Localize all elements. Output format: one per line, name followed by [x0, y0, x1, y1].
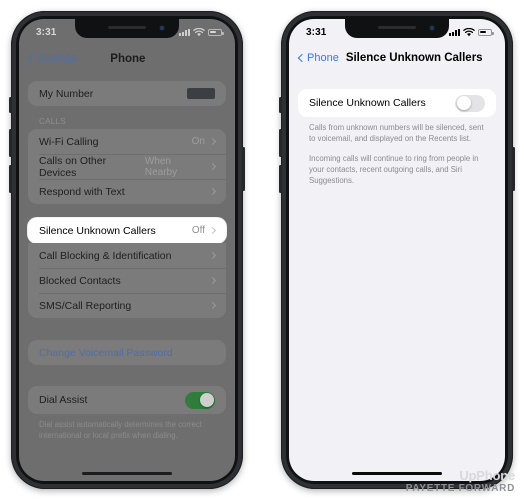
left-screen: 3:31 Settings Phone My Number CALLS Wi-F…: [19, 19, 235, 481]
group-silence-unknown-callers-highlight: Silence Unknown Callers Off: [28, 218, 226, 243]
status-time: 3:31: [36, 26, 57, 38]
status-time: 3:31: [306, 26, 327, 38]
row-sms-call-reporting[interactable]: SMS/Call Reporting: [28, 293, 226, 318]
battery-icon: [208, 28, 224, 36]
group-voicemail: Change Voicemail Password: [28, 340, 226, 365]
row-value: On: [191, 136, 205, 147]
row-value-group: [208, 251, 217, 260]
row-label: SMS/Call Reporting: [39, 299, 132, 312]
row-silence-unknown-callers[interactable]: Silence Unknown Callers: [298, 89, 496, 117]
row-value-group: Off: [191, 225, 217, 236]
page-title: Silence Unknown Callers: [345, 52, 483, 64]
silence-unknown-callers-footnote: Calls from unknown numbers will be silen…: [289, 117, 505, 186]
right-nav-bar: Phone Silence Unknown Callers: [289, 41, 505, 75]
left-iphone-device: 3:31 Settings Phone My Number CALLS Wi-F…: [9, 11, 245, 489]
row-label: Calls on Other Devices: [39, 154, 107, 179]
row-my-number[interactable]: My Number: [28, 81, 226, 106]
chevron-right-icon: [208, 137, 217, 146]
earpiece-speaker: [108, 26, 146, 29]
back-to-phone-button[interactable]: Phone: [297, 52, 339, 64]
screenshot-canvas: 3:31 Settings Phone My Number CALLS Wi-F…: [0, 0, 524, 500]
group-dial-assist: Dial Assist: [28, 386, 226, 414]
redacted-phone-number: [187, 88, 215, 99]
row-respond-with-text[interactable]: Respond with Text: [28, 179, 226, 204]
mute-switch[interactable]: [9, 97, 12, 113]
volume-up-button[interactable]: [279, 129, 282, 157]
signal-bars-icon: [179, 28, 190, 36]
row-label: Dial Assist: [39, 394, 88, 406]
chevron-right-icon: [208, 187, 217, 196]
right-screen: 3:31 Phone Silence Unknown Callers Silen…: [289, 19, 505, 481]
group-blocking: Call Blocking & Identification Blocked C…: [28, 243, 226, 318]
wifi-icon: [193, 27, 205, 36]
row-value: Off: [191, 225, 205, 236]
front-camera-icon: [160, 26, 164, 30]
row-dial-assist[interactable]: Dial Assist: [28, 386, 226, 414]
chevron-left-icon: [297, 53, 307, 63]
dial-assist-footnote: Dial assist automatically determines the…: [39, 420, 202, 441]
watermark-publisher: PAYETTE FORWARD: [405, 483, 515, 494]
battery-icon: [478, 28, 494, 36]
row-blocked-contacts[interactable]: Blocked Contacts: [28, 268, 226, 293]
row-value-group: [208, 301, 217, 310]
status-indicators: [179, 27, 224, 37]
earpiece-speaker: [378, 26, 416, 29]
notch: [345, 19, 449, 38]
volume-up-button[interactable]: [9, 129, 12, 157]
row-label: Respond with Text: [39, 185, 125, 198]
power-button[interactable]: [512, 147, 515, 191]
row-value: When Nearby: [144, 155, 178, 178]
footnote-paragraph-2: Incoming calls will continue to ring fro…: [309, 153, 479, 186]
row-wifi-calling[interactable]: Wi-Fi Calling On: [28, 129, 226, 154]
volume-down-button[interactable]: [9, 165, 12, 193]
mute-switch[interactable]: [279, 97, 282, 113]
row-call-blocking-identification[interactable]: Call Blocking & Identification: [28, 243, 226, 268]
row-value-group: [208, 276, 217, 285]
row-silence-unknown-callers[interactable]: Silence Unknown Callers Off: [28, 218, 226, 243]
toggle-knob: [199, 393, 214, 407]
wifi-icon: [463, 27, 475, 36]
row-value-group: When Nearby: [144, 155, 217, 178]
toggle-knob: [456, 96, 471, 110]
signal-bars-icon: [449, 28, 460, 36]
row-label: Wi-Fi Calling: [39, 135, 99, 148]
group-my-number: My Number: [28, 81, 226, 106]
chevron-right-icon: [208, 226, 217, 235]
row-label: Silence Unknown Callers: [309, 97, 426, 109]
watermark-brand: UpPhone: [459, 468, 515, 483]
back-label: Phone: [307, 52, 339, 64]
footnote-paragraph-1: Calls from unknown numbers will be silen…: [309, 123, 484, 144]
status-indicators: [449, 27, 494, 37]
home-indicator[interactable]: [352, 472, 442, 475]
row-label: Silence Unknown Callers: [39, 224, 156, 237]
row-label: Call Blocking & Identification: [39, 249, 172, 262]
change-voicemail-password-link[interactable]: Change Voicemail Password: [39, 347, 173, 359]
row-value-group: [208, 187, 217, 196]
group-calls: Wi-Fi Calling On Calls on Other Devices …: [28, 129, 226, 204]
row-label: My Number: [39, 87, 94, 100]
dial-assist-toggle[interactable]: [185, 391, 215, 409]
section-header-calls: CALLS: [39, 117, 66, 126]
home-indicator[interactable]: [82, 472, 172, 475]
row-change-voicemail-password[interactable]: Change Voicemail Password: [28, 340, 226, 365]
group-silence-unknown-callers: Silence Unknown Callers: [298, 89, 496, 117]
silence-unknown-callers-toggle[interactable]: [455, 94, 485, 112]
row-label: Blocked Contacts: [39, 274, 121, 287]
notch: [75, 19, 179, 38]
power-button[interactable]: [242, 147, 245, 191]
left-nav-bar: Settings Phone: [19, 41, 235, 75]
row-calls-on-other-devices[interactable]: Calls on Other Devices When Nearby: [28, 154, 226, 179]
page-title: Phone: [110, 53, 146, 65]
row-value-group: On: [191, 136, 217, 147]
front-camera-icon: [430, 26, 434, 30]
chevron-right-icon: [208, 276, 217, 285]
right-iphone-device: 3:31 Phone Silence Unknown Callers Silen…: [279, 11, 515, 489]
chevron-right-icon: [208, 301, 217, 310]
chevron-right-icon: [209, 162, 217, 171]
volume-down-button[interactable]: [279, 165, 282, 193]
chevron-right-icon: [208, 251, 217, 260]
